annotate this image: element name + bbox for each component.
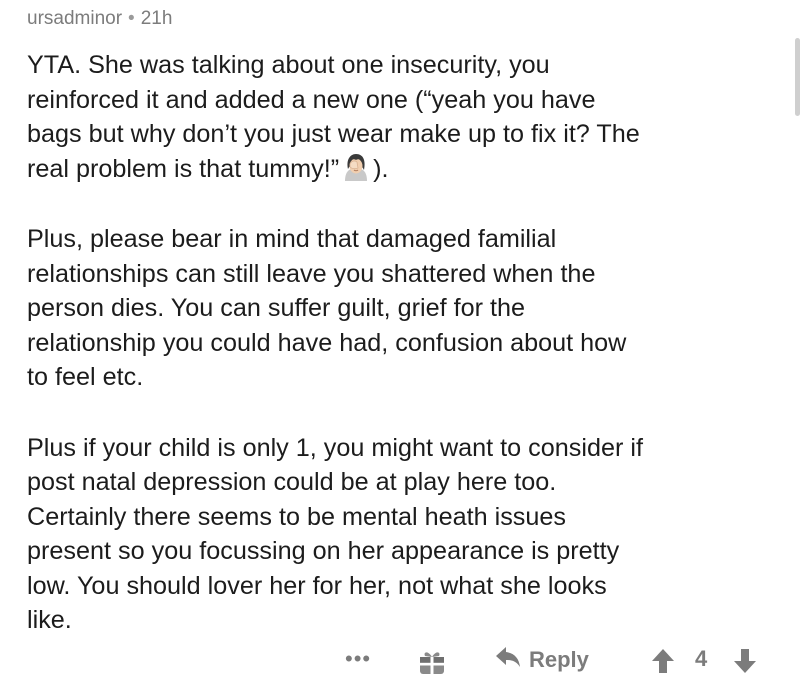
facepalm-woman-icon <box>341 152 371 182</box>
paragraph-line: present so you focussing on her appearan… <box>27 537 620 565</box>
paragraph-line: Plus if your child is only 1, you might … <box>27 433 643 462</box>
paragraph-line: relationships can still leave you shatte… <box>27 259 596 288</box>
downvote-arrow-icon <box>733 648 757 679</box>
upvote-arrow-icon <box>651 648 675 679</box>
paragraph-line: to feel etc. <box>27 363 144 391</box>
paragraph-line: reinforced it and added a new one (“yeah… <box>27 85 596 114</box>
paragraph-line: Plus, please bear in mind that damaged f… <box>27 225 557 253</box>
paragraph-line: person dies. You can suffer guilt, grief… <box>27 294 526 322</box>
meta-separator: • <box>128 8 135 29</box>
comment-age: 21h <box>140 8 173 29</box>
reply-arrow-icon <box>495 646 529 674</box>
paragraph-text: ). <box>373 154 389 183</box>
paragraph-line: real problem is that tummy!” ). <box>27 152 787 187</box>
paragraph-line: Certainly there seems to be mental heath… <box>27 502 567 531</box>
paragraph-line: bags but why don’t you just wear make up… <box>27 120 640 148</box>
paragraph-text: real problem is that tummy!” <box>27 154 340 183</box>
comment-paragraph-2: Plus, please bear in mind that damaged f… <box>27 222 787 395</box>
reply-button[interactable]: Reply <box>495 646 589 674</box>
scrollbar[interactable] <box>795 38 800 116</box>
comment-paragraph-1: YTA. She was talking about one insecurit… <box>27 48 787 186</box>
upvote-button[interactable] <box>651 648 675 679</box>
comment-meta: ursadminor • 21h <box>27 4 787 34</box>
gift-icon <box>418 648 446 681</box>
reply-label: Reply <box>529 647 589 672</box>
vote-score: 4 <box>695 646 707 672</box>
comment: ursadminor • 21h YTA. She was talking abou… <box>27 0 787 638</box>
paragraph-line: like. <box>27 606 72 634</box>
vote-score-value: 4 <box>695 646 708 671</box>
paragraph-line: YTA. She was talking about one insecurit… <box>27 51 550 79</box>
comment-paragraph-3: Plus if your child is only 1, you might … <box>27 431 787 638</box>
paragraph-line: low. You should lover her for her, not w… <box>27 571 607 600</box>
award-button[interactable] <box>418 648 446 681</box>
more-options-label: ••• <box>345 646 372 671</box>
paragraph-line: relationship you could have had, confusi… <box>27 328 627 357</box>
more-options-button[interactable]: ••• <box>345 646 371 672</box>
comment-actions: ••• Reply 4 <box>0 646 800 678</box>
downvote-button[interactable] <box>733 648 757 679</box>
author-name[interactable]: ursadminor <box>27 8 122 29</box>
paragraph-line: post natal depression could be at play h… <box>27 468 557 496</box>
